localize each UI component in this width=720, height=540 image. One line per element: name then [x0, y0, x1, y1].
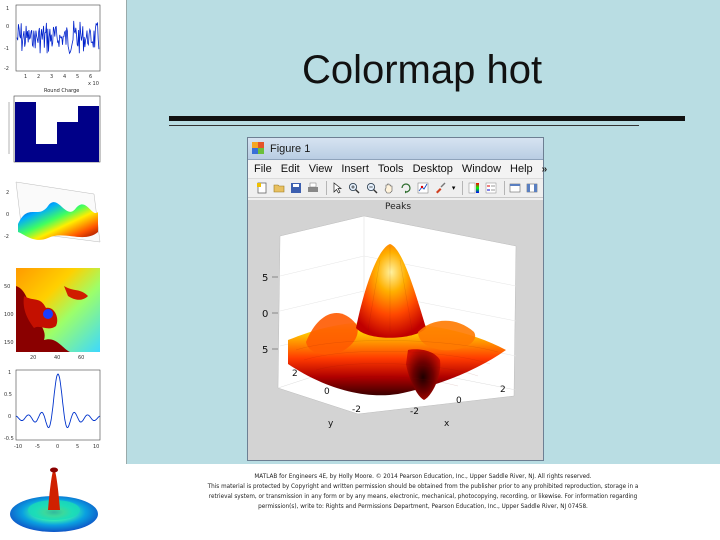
t1-xtick: 5: [76, 74, 79, 80]
menu-help[interactable]: Help: [510, 163, 533, 175]
footer-line: retrieval system, or transmission in any…: [208, 494, 638, 500]
pan-hand-icon[interactable]: [382, 181, 395, 195]
figure-titlebar[interactable]: Figure 1: [248, 138, 543, 160]
zoom-out-icon[interactable]: [365, 181, 378, 195]
menu-insert[interactable]: Insert: [341, 163, 369, 175]
t5-ytick: -0.5: [4, 436, 14, 442]
t4-ytick: 150: [4, 340, 14, 346]
y-tick: -2: [352, 405, 361, 415]
x-tick: 2: [500, 385, 506, 395]
menu-desktop[interactable]: Desktop: [413, 163, 453, 175]
menu-file[interactable]: File: [254, 163, 272, 175]
t4-xtick: 20: [30, 355, 36, 360]
thumbnail-sinc-plot: 1 0.5 0 -0.5 -10 -5 0 5 10: [4, 366, 104, 452]
t1-exponent: x 10: [88, 81, 99, 87]
t1-xtick: 3: [50, 74, 53, 80]
t1-ytick: -2: [4, 66, 9, 72]
t4-xtick: 40: [54, 355, 60, 360]
t4-ytick: 50: [4, 284, 10, 290]
plot-title: Peaks: [385, 202, 411, 212]
data-cursor-icon[interactable]: [416, 181, 429, 195]
t3-ytick: -2: [4, 234, 9, 240]
toolbar-separator: [462, 181, 464, 195]
t5-xtick: 10: [93, 444, 99, 450]
z-tick: 5: [262, 273, 268, 284]
toolbar-separator: [503, 181, 505, 195]
thumbnail-signal-plot: 1 0 -1 -2 1 2 3 4 5 6 x 10 Round Charge: [4, 2, 104, 94]
toolbar-separator: [325, 181, 327, 195]
t3-ytick: 0: [6, 212, 9, 218]
z-tick: 5: [262, 345, 268, 356]
x-axis-label: x: [444, 419, 450, 429]
matlab-logo-icon: [252, 142, 265, 155]
colorbar-icon[interactable]: [467, 181, 480, 195]
brush-dropdown-chevron-icon[interactable]: ▾: [451, 181, 457, 195]
t5-ytick: 0.5: [4, 392, 12, 398]
t1-ytick: -1: [4, 46, 9, 52]
z-tick: 0: [262, 309, 268, 320]
show-plot-tools-icon[interactable]: [526, 181, 539, 195]
t1-xtick: 2: [37, 74, 40, 80]
thumbnail-fractal-image: 50 100 150 20 40 60: [4, 266, 104, 360]
t5-xtick: -5: [35, 444, 40, 450]
figure-menubar: File Edit View Insert Tools Desktop Wind…: [248, 160, 547, 178]
t5-xtick: -10: [14, 444, 22, 450]
menu-edit[interactable]: Edit: [281, 163, 300, 175]
y-tick: 0: [324, 387, 330, 397]
rotate-3d-icon[interactable]: [399, 181, 412, 195]
hide-plot-tools-icon[interactable]: [509, 181, 522, 195]
t4-ytick: 100: [4, 312, 14, 318]
save-icon[interactable]: [289, 181, 302, 195]
peaks-surface-plot: Peaks 5 0 5 2 0 -2 y -2 0 2 x: [262, 202, 517, 429]
print-icon[interactable]: [307, 181, 320, 195]
thumbnail-surface-jet: 2 0 -2: [4, 172, 104, 264]
footer-line: permission(s), write to: Rights and Perm…: [258, 504, 588, 510]
figure-canvas[interactable]: Peaks 5 0 5 2 0 -2 y -2 0 2 x: [248, 200, 543, 460]
x-tick: 0: [456, 396, 462, 406]
t1-xtick: 6: [89, 74, 92, 80]
copyright-footer: MATLAB for Engineers 4E, by Holly Moore.…: [126, 472, 720, 512]
y-tick: 2: [292, 369, 298, 379]
figure-title: Figure 1: [270, 142, 311, 155]
t1-ytick: 0: [6, 24, 9, 30]
title-rule-thin: [169, 125, 639, 126]
thumbnail-sombrero-surface: [4, 456, 104, 538]
title-rule-thick: [169, 116, 685, 121]
footer-line: This material is protected by Copyright …: [207, 484, 639, 490]
legend-icon[interactable]: [485, 181, 498, 195]
t1-xtick: 4: [63, 74, 66, 80]
open-file-icon[interactable]: [272, 181, 285, 195]
thumbnail-strip: 1 0 -1 -2 1 2 3 4 5 6 x 10 Round Charge: [0, 0, 110, 540]
menu-window[interactable]: Window: [462, 163, 501, 175]
select-arrow-icon[interactable]: [331, 181, 344, 195]
t4-xtick: 60: [78, 355, 84, 360]
t5-ytick: 0: [8, 414, 11, 420]
menu-overflow-chevron-icon[interactable]: »: [542, 164, 548, 175]
thumbnail-bar-chart: [4, 94, 104, 172]
menu-view[interactable]: View: [309, 163, 333, 175]
slide-title: Colormap hot: [301, 48, 543, 92]
t3-ytick: 2: [6, 190, 9, 196]
footer-line: MATLAB for Engineers 4E, by Holly Moore.…: [254, 474, 592, 480]
brush-icon[interactable]: [434, 181, 447, 195]
menu-tools[interactable]: Tools: [378, 163, 404, 175]
new-figure-icon[interactable]: [255, 181, 268, 195]
t5-ytick: 1: [8, 370, 11, 376]
t1-ytick: 1: [6, 6, 9, 12]
t1-xtick: 1: [24, 74, 27, 80]
figure-toolbar: ▾: [248, 178, 543, 198]
t5-xtick: 5: [76, 444, 79, 450]
matlab-figure-window: Figure 1 File Edit View Insert Tools Des…: [247, 137, 547, 461]
y-axis-label: y: [328, 419, 334, 429]
x-tick: -2: [410, 407, 419, 417]
zoom-in-icon[interactable]: [348, 181, 361, 195]
t5-xtick: 0: [56, 444, 59, 450]
